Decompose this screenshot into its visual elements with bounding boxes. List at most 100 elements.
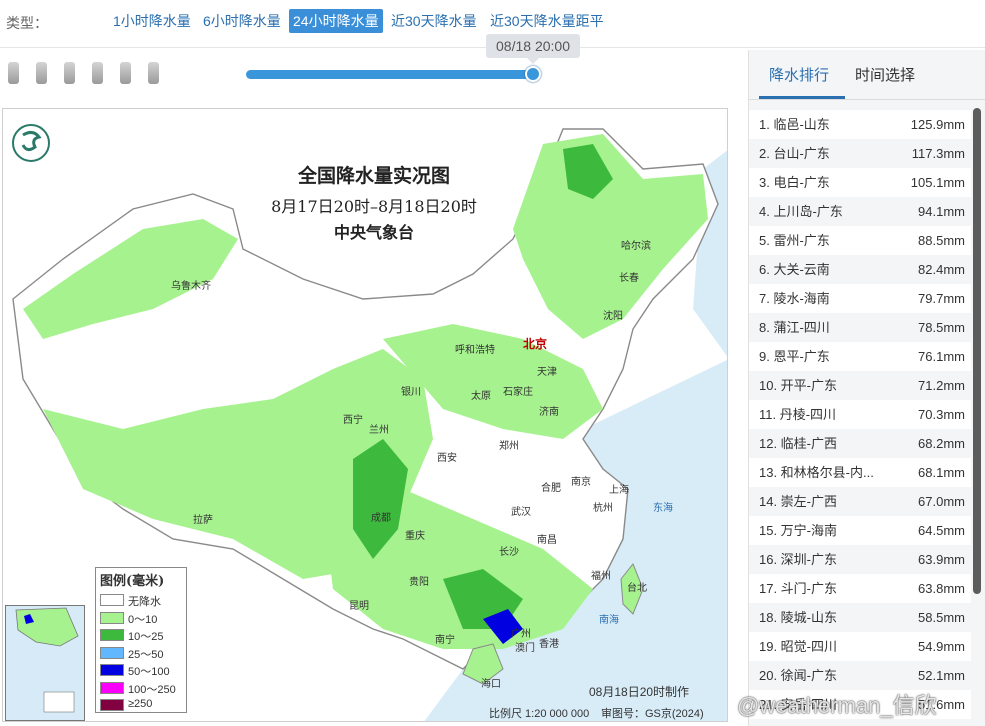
city-label: 澳门 xyxy=(515,643,535,654)
city-label: 重庆 xyxy=(405,531,425,542)
tab-precip-ranking[interactable]: 降水排行 xyxy=(769,64,829,85)
city-label: 长春 xyxy=(619,273,639,284)
list-item[interactable]: 14. 崇左-广西 67.0mm xyxy=(749,487,971,516)
precip-value: 76.1mm xyxy=(918,349,965,364)
precip-value: 68.2mm xyxy=(918,436,965,451)
city-label: 福州 xyxy=(591,571,611,582)
city-label: 兰州 xyxy=(369,425,389,436)
cma-logo-icon xyxy=(12,124,50,162)
legend-item: ≥250 xyxy=(96,696,186,714)
precip-value: 52.1mm xyxy=(918,668,965,683)
type-6h-button[interactable]: 6小时降水量 xyxy=(199,9,285,33)
station-name: 8. 蒲江-四川 xyxy=(759,320,830,335)
station-name: 2. 台山-广东 xyxy=(759,146,830,161)
legend-swatch xyxy=(100,664,124,676)
city-label: 香港 xyxy=(539,639,559,650)
time-slider-handle[interactable] xyxy=(525,66,541,82)
hour-tick[interactable] xyxy=(64,62,75,84)
precip-value: 70.3mm xyxy=(918,407,965,422)
hour-tick[interactable] xyxy=(92,62,103,84)
city-label: 杭州 xyxy=(593,503,613,514)
type-30d-button[interactable]: 近30天降水量 xyxy=(387,9,481,33)
list-item[interactable]: 17. 斗门-广东 63.8mm xyxy=(749,574,971,603)
legend-swatch xyxy=(100,611,124,624)
hour-tick[interactable] xyxy=(148,62,159,84)
list-item[interactable]: 10. 开平-广东 71.2mm xyxy=(749,371,971,400)
ranking-panel: 降水排行 时间选择 1. 临邑-山东 125.9mm 2. 台山-广东 117.3m… xyxy=(748,50,985,726)
list-item[interactable]: 15. 万宁-海南 64.5mm xyxy=(749,516,971,545)
city-label: 广州 xyxy=(511,629,531,640)
city-label: 乌鲁木齐 xyxy=(171,281,211,292)
station-name: 6. 大关-云南 xyxy=(759,262,830,277)
list-item[interactable]: 11. 丹棱-四川 70.3mm xyxy=(749,400,971,429)
hour-tick[interactable] xyxy=(36,62,47,84)
map-made-time: 08月18日20时制作 xyxy=(589,685,690,699)
hour-tick[interactable] xyxy=(120,62,131,84)
city-label: 石家庄 xyxy=(503,387,533,398)
precip-value: 82.4mm xyxy=(918,262,965,277)
list-item[interactable]: 9. 恩平-广东 76.1mm xyxy=(749,342,971,371)
precip-value: 79.7mm xyxy=(918,291,965,306)
list-item[interactable]: 6. 大关-云南 82.4mm xyxy=(749,255,971,284)
city-label: 合肥 xyxy=(541,483,561,494)
list-item[interactable]: 20. 徐闻-广东 52.1mm xyxy=(749,661,971,690)
ranking-scrollbar[interactable] xyxy=(973,108,981,594)
city-label: 天津 xyxy=(537,367,557,378)
station-name: 12. 临桂-广西 xyxy=(759,436,838,451)
sea-label: 南海 xyxy=(599,615,619,626)
list-item[interactable]: 7. 陵水-海南 79.7mm xyxy=(749,284,971,313)
legend-title: 图例(毫米) xyxy=(100,574,165,589)
south-china-sea-inset xyxy=(5,605,85,721)
list-item[interactable]: 8. 蒲江-四川 78.5mm xyxy=(749,313,971,342)
legend-label: 0～10 xyxy=(128,613,158,626)
city-label: 武汉 xyxy=(511,507,531,518)
legend-swatch xyxy=(100,629,124,641)
precipitation-map: 全国降水量实况图 8月17日20时–8月18日20时 中央气象台 乌鲁木齐 哈尔… xyxy=(2,108,728,722)
type-24h-button[interactable]: 24小时降水量 xyxy=(289,9,383,33)
list-item[interactable]: 3. 电白-广东 105.1mm xyxy=(749,168,971,197)
precip-value: 58.5mm xyxy=(918,610,965,625)
type-30d-anomaly-button[interactable]: 近30天降水量距平 xyxy=(486,9,608,33)
ranking-list: 1. 临邑-山东 125.9mm 2. 台山-广东 117.3mm 3. 电白-广东… xyxy=(749,110,971,719)
list-item[interactable]: 4. 上川岛-广东 94.1mm xyxy=(749,197,971,226)
city-label: 成都 xyxy=(371,513,391,524)
sea-label: 东海 xyxy=(653,503,673,514)
list-item[interactable]: 16. 深圳-广东 63.9mm xyxy=(749,545,971,574)
precip-value: 54.9mm xyxy=(918,639,965,654)
precip-value: 88.5mm xyxy=(918,233,965,248)
station-name: 4. 上川岛-广东 xyxy=(759,204,843,219)
precip-value: 67.0mm xyxy=(918,494,965,509)
hour-tick[interactable] xyxy=(8,62,19,84)
list-item[interactable]: 12. 临桂-广西 68.2mm xyxy=(749,429,971,458)
city-label: 南京 xyxy=(571,477,591,488)
map-title: 全国降水量实况图 xyxy=(297,165,450,187)
city-label: 上海 xyxy=(609,485,629,496)
station-name: 18. 陵城-山东 xyxy=(759,610,838,625)
legend-label: 50～100 xyxy=(128,666,170,678)
city-label: 哈尔滨 xyxy=(621,241,651,252)
legend-item: 50～100 xyxy=(96,661,186,679)
station-name: 13. 和林格尔县-内... xyxy=(759,465,874,480)
legend-item: 0～10 xyxy=(96,609,186,627)
station-name: 19. 昭觉-四川 xyxy=(759,639,838,654)
list-item[interactable]: 2. 台山-广东 117.3mm xyxy=(749,139,971,168)
legend-item: 100～250 xyxy=(96,679,186,697)
station-name: 20. 徐闻-广东 xyxy=(759,668,838,683)
list-item[interactable]: 1. 临邑-山东 125.9mm xyxy=(749,110,971,139)
station-name: 17. 斗门-广东 xyxy=(759,581,838,596)
ranking-tabs: 降水排行 时间选择 xyxy=(749,50,985,100)
list-item[interactable]: 18. 陵城-山东 58.5mm xyxy=(749,603,971,632)
precip-value: 63.8mm xyxy=(918,581,965,596)
type-1h-button[interactable]: 1小时降水量 xyxy=(109,9,195,33)
map-subtitle: 8月17日20时–8月18日20时 xyxy=(271,197,477,216)
list-item[interactable]: 19. 昭觉-四川 54.9mm xyxy=(749,632,971,661)
city-label: 太原 xyxy=(471,391,491,402)
legend-label: 无降水 xyxy=(128,596,161,608)
city-label: 西宁 xyxy=(343,415,363,426)
time-slider-track[interactable] xyxy=(246,70,534,79)
legend-label: ≥250 xyxy=(128,698,153,710)
tab-time-select[interactable]: 时间选择 xyxy=(855,64,915,85)
list-item[interactable]: 13. 和林格尔县-内... 68.1mm xyxy=(749,458,971,487)
station-name: 10. 开平-广东 xyxy=(759,378,838,393)
list-item[interactable]: 5. 雷州-广东 88.5mm xyxy=(749,226,971,255)
